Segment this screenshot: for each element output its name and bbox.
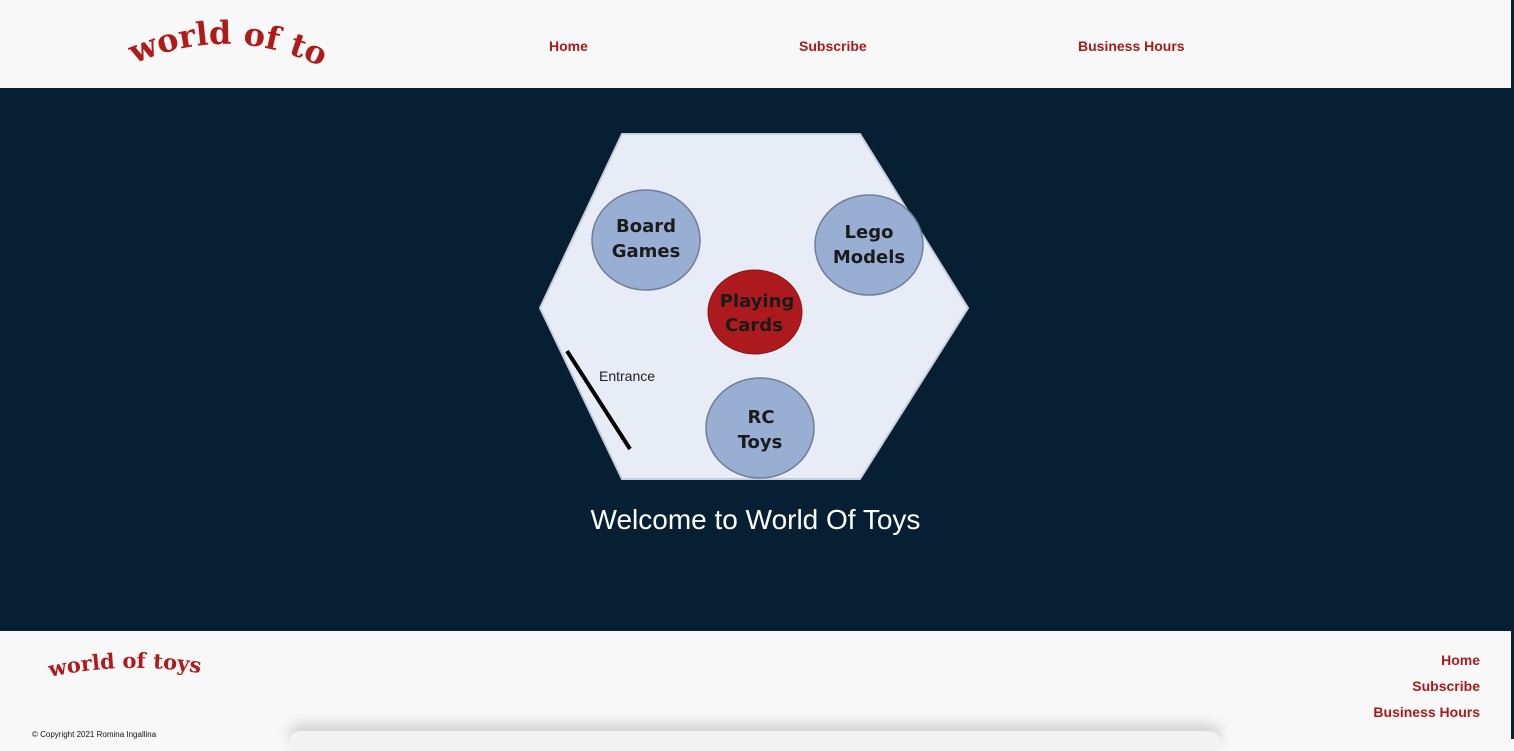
board-games-label-line2: Games: [612, 241, 681, 262]
logo-graphic: world of toys: [120, 0, 334, 74]
section-rc-toys[interactable]: RC Toys: [705, 377, 815, 479]
section-board-games[interactable]: Board Games: [591, 189, 701, 291]
welcome-heading: Welcome to World Of Toys: [590, 504, 921, 535]
footer-shadow-panel: [290, 731, 1220, 751]
copyright-text: © Copyright 2021 Romina Ingallina: [32, 730, 157, 739]
store-floor-map: Entrance Board Games Lego Models Playing…: [538, 133, 970, 480]
lego-models-label-line2: Models: [833, 247, 905, 268]
playing-cards-label-line1: Playing: [720, 291, 795, 312]
board-games-label-line1: Board: [616, 216, 676, 237]
section-playing-cards[interactable]: Playing Cards: [707, 269, 803, 355]
rc-toys-circle: [705, 377, 815, 479]
site-header: world of toys Home Subscribe Business Ho…: [0, 0, 1511, 88]
logo-text: world of toys: [120, 0, 334, 74]
site-footer: world of toys Home Subscribe Business Ho…: [0, 631, 1511, 751]
footer-subscribe-link[interactable]: Subscribe: [1412, 678, 1480, 694]
entrance-label: Entrance: [599, 368, 655, 384]
lego-models-label-line1: Lego: [845, 222, 894, 243]
nav-business-hours-link[interactable]: Business Hours: [1078, 38, 1185, 54]
section-lego-models[interactable]: Lego Models: [814, 194, 924, 296]
nav-subscribe-link[interactable]: Subscribe: [799, 38, 867, 54]
footer-logo-graphic: world of toys: [45, 648, 203, 682]
header-logo[interactable]: world of toys: [120, 0, 334, 78]
playing-cards-circle: [707, 269, 803, 355]
footer-logo[interactable]: world of toys: [45, 645, 242, 685]
nav-home-link[interactable]: Home: [549, 38, 588, 54]
board-games-circle: [591, 189, 701, 291]
footer-business-hours-link[interactable]: Business Hours: [1373, 704, 1480, 720]
lego-models-circle: [814, 194, 924, 296]
hero-section: Entrance Board Games Lego Models Playing…: [0, 88, 1511, 631]
rc-toys-label-line1: RC: [747, 407, 774, 428]
playing-cards-label-line2: Cards: [725, 315, 783, 336]
rc-toys-label-line2: Toys: [738, 432, 783, 453]
footer-home-link[interactable]: Home: [1441, 652, 1480, 668]
footer-logo-text: world of toys: [45, 648, 203, 682]
